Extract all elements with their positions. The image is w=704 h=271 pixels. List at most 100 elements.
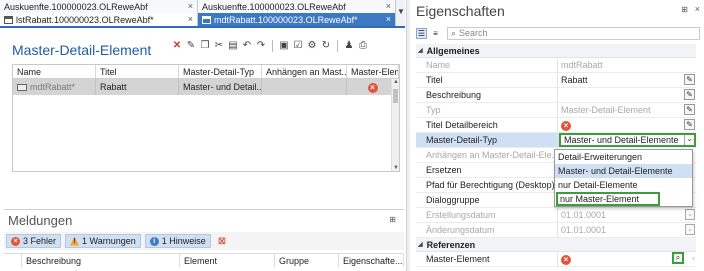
toolbar-separator [337, 40, 338, 52]
property-erstellungsdatum: Erstellungsdatum 01.01.0001 ⌄ [416, 208, 696, 223]
pin-icon[interactable]: ⊞ [389, 215, 396, 224]
messages-panel: Meldungen ⊞ × 3 Fehler ! 1 Warnungen i 1… [4, 209, 404, 271]
user-icon[interactable]: ♟ [344, 40, 354, 52]
scroll-thumb[interactable] [393, 89, 398, 103]
error-icon: × [11, 236, 20, 246]
cut-icon[interactable]: ✂ [214, 40, 224, 52]
grid-scrollbar[interactable]: ▲ ▼ [391, 79, 399, 171]
tab-lstrabatt[interactable]: lstRabatt.100000023.OLReweAbf* × [0, 13, 198, 26]
property-value[interactable]: × ✎ [557, 118, 696, 132]
properties-search-input[interactable]: ⌕ Search [447, 26, 700, 40]
filter-info-button[interactable]: i 1 Hinweise [144, 234, 211, 248]
tab-overflow-icon[interactable]: ▼ [397, 7, 405, 16]
edit-icon[interactable]: ✎ [684, 89, 695, 100]
close-icon[interactable]: × [188, 1, 193, 11]
info-icon: i [149, 236, 159, 246]
column-header-name[interactable]: Name [13, 65, 96, 78]
close-icon[interactable]: × [386, 14, 391, 24]
property-value[interactable]: × ⌕ ▫ [557, 252, 696, 266]
property-label: Name [426, 60, 451, 70]
column-header-titel[interactable]: Titel [96, 65, 179, 78]
collapse-icon[interactable]: ◢ [418, 241, 423, 248]
copy-icon[interactable]: ❐ [200, 40, 210, 52]
tab-auskuenfte-1[interactable]: Auskuenfte.100000023.OLReweAbf × [0, 0, 198, 13]
undo-icon[interactable]: ↶ [242, 40, 252, 52]
clear-value-icon[interactable]: ▫ [692, 254, 695, 263]
scroll-down-icon[interactable]: ▼ [392, 165, 400, 171]
categorized-view-icon[interactable]: ☰ [416, 27, 427, 39]
property-label: Titel Detailbereich [426, 120, 498, 130]
properties-toolbar: ☰ ≡ ⌕ Search [416, 26, 700, 40]
close-icon[interactable]: × [695, 4, 700, 14]
edit-icon[interactable]: ✎ [186, 40, 196, 52]
property-value[interactable]: Master- und Detail-Elemente ⌄ [557, 133, 696, 147]
property-value-text: Rabatt [561, 75, 588, 85]
property-master-detail-typ[interactable]: Master-Detail-Typ Master- und Detail-Ele… [416, 133, 696, 148]
delete-icon[interactable]: ✕ [172, 40, 182, 52]
property-titel[interactable]: Titel Rabatt ✎ [416, 73, 696, 88]
alphabetical-view-icon[interactable]: ≡ [430, 28, 441, 39]
save-icon[interactable]: ▣ [279, 40, 289, 52]
print-icon[interactable]: ⎙ [358, 40, 368, 52]
tab-auskuenfte-2[interactable]: Auskuenfte.100000023.OLReweAbf × [198, 0, 396, 13]
property-value: 01.01.0001 ⌄ [557, 208, 696, 222]
table-row[interactable]: mdtRabatt* Rabatt Master- und Detail... … [13, 79, 399, 95]
property-label: Typ [426, 105, 441, 115]
column-header-typ[interactable]: Master-Detail-Typ [179, 65, 262, 78]
tab-mdtrabatt-active[interactable]: mdtRabatt.100000023.OLReweAbf* × [198, 13, 396, 26]
close-icon[interactable]: × [386, 1, 391, 11]
column-header-gruppe[interactable]: Gruppe [275, 254, 339, 267]
chevron-down-icon[interactable]: ⌄ [685, 209, 695, 220]
dropdown-option-highlighted[interactable]: nur Master-Element [556, 192, 660, 206]
close-icon[interactable]: × [188, 14, 193, 24]
select-value: Master- und Detail-Elemente [564, 135, 679, 145]
property-value[interactable]: Rabatt ✎ [557, 73, 696, 87]
property-beschreibung[interactable]: Beschreibung ✎ [416, 88, 696, 103]
category-allgemeines[interactable]: ◢ Allgemeines [416, 44, 696, 58]
clear-filter-icon[interactable]: ⊠ [218, 236, 226, 247]
column-header-eigenschaften[interactable]: Eigenschafte... [339, 254, 404, 267]
property-master-element[interactable]: Master-Element × ⌕ ▫ [416, 252, 696, 267]
property-label: Master-Detail-Typ [426, 135, 498, 145]
chevron-down-icon[interactable]: ⌄ [684, 135, 694, 145]
dropdown-option[interactable]: nur Detail-Elemente [555, 178, 692, 192]
category-referenzen[interactable]: ◢ Referenzen [416, 238, 696, 252]
lookup-search-icon[interactable]: ⌕ [672, 252, 684, 264]
filter-warnings-label: 1 Warnungen [82, 236, 136, 246]
edit-icon[interactable]: ✎ [684, 104, 695, 115]
property-label: Erstellungsdatum [426, 210, 496, 220]
chevron-down-icon[interactable]: ⌄ [685, 224, 695, 235]
filter-errors-label: 3 Fehler [23, 236, 57, 246]
property-titel-detailbereich[interactable]: Titel Detailbereich × ✎ [416, 118, 696, 133]
scroll-up-icon[interactable]: ▲ [392, 79, 400, 85]
pin-icon[interactable]: ⊞ [681, 5, 688, 14]
property-label: Pfad für Berechtigung (Desktop) [426, 180, 555, 190]
column-header-element[interactable]: Element [180, 254, 275, 267]
dropdown-option[interactable]: Detail-Erweiterungen [555, 150, 692, 164]
check-icon[interactable]: ☑ [293, 40, 303, 52]
panel-splitter[interactable] [406, 0, 410, 271]
messages-title: Meldungen [8, 213, 73, 228]
master-detail-grid: Name Titel Master-Detail-Typ Anhängen an… [12, 64, 400, 172]
redo-icon[interactable]: ↷ [256, 40, 266, 52]
column-header-beschreibung[interactable]: Beschreibung [22, 254, 180, 267]
tab-label: mdtRabatt.100000023.OLReweAbf* [214, 14, 358, 25]
grid-header: Name Titel Master-Detail-Typ Anhängen an… [13, 65, 399, 79]
filter-warnings-button[interactable]: ! 1 Warnungen [65, 234, 141, 248]
settings-icon[interactable]: ⚙ [307, 40, 317, 52]
property-value: Master-Detail-Element ✎ [557, 103, 696, 117]
refresh-icon[interactable]: ↻ [321, 40, 331, 52]
column-header-anhaengen[interactable]: Anhängen an Mast... [262, 65, 347, 78]
column-header-master-element[interactable]: Master-Eleme [347, 65, 399, 78]
master-detail-typ-select[interactable]: Master- und Detail-Elemente ⌄ [559, 133, 696, 147]
edit-icon[interactable]: ✎ [684, 74, 695, 85]
paste-icon[interactable]: ▤ [228, 40, 238, 52]
messages-filter-bar: × 3 Fehler ! 1 Warnungen i 1 Hinweise ⊠ [4, 232, 404, 250]
property-typ: Typ Master-Detail-Element ✎ [416, 103, 696, 118]
cell-name: mdtRabatt* [13, 79, 96, 95]
filter-errors-button[interactable]: × 3 Fehler [6, 234, 62, 248]
dropdown-option-selected[interactable]: Master- und Detail-Elemente [555, 164, 692, 178]
property-value[interactable]: ✎ [557, 88, 696, 102]
collapse-icon[interactable]: ◢ [418, 47, 423, 54]
edit-icon[interactable]: ✎ [684, 119, 695, 130]
